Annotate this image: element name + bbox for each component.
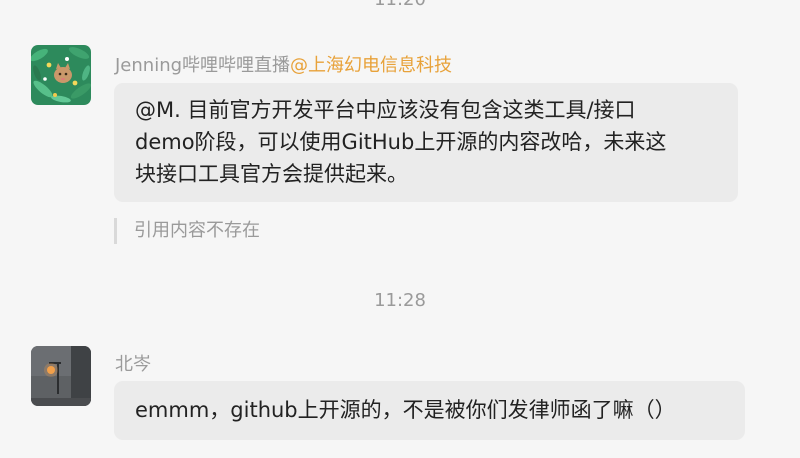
avatar-jenning[interactable] (31, 45, 91, 105)
sender-display-name: Jenning哔哩哔哩直播 (115, 55, 291, 76)
message-line: 块接口工具官方会提供起来。 (135, 162, 408, 186)
sender-name-jenning: Jenning哔哩哔哩直播@上海幻电信息科技 (115, 51, 452, 77)
timestamp-top: 11:20 (0, 0, 800, 10)
quoted-reference[interactable]: 引用内容不存在 (114, 218, 260, 244)
street-lamp-avatar-icon (31, 346, 91, 406)
timestamp-mid: 11:28 (374, 290, 426, 311)
message-text: emmm，github上开源的，不是被你们发律师函了嘛（） (135, 398, 676, 422)
message-line: demo阶段，可以使用GitHub上开源的内容改哈，未来这 (135, 130, 667, 154)
plant-cat-avatar-icon (31, 45, 91, 105)
sender-organization[interactable]: @上海幻电信息科技 (290, 55, 452, 76)
sender-name-beicen: 北岑 (115, 354, 151, 375)
avatar-beicen[interactable] (31, 346, 91, 406)
message-bubble[interactable]: @M. 目前官方开发平台中应该没有包含这类工具/接口 demo阶段，可以使用Gi… (114, 83, 738, 202)
message-line: @M. 目前官方开发平台中应该没有包含这类工具/接口 (135, 98, 636, 122)
message-bubble[interactable]: emmm，github上开源的，不是被你们发律师函了嘛（） (114, 381, 745, 440)
